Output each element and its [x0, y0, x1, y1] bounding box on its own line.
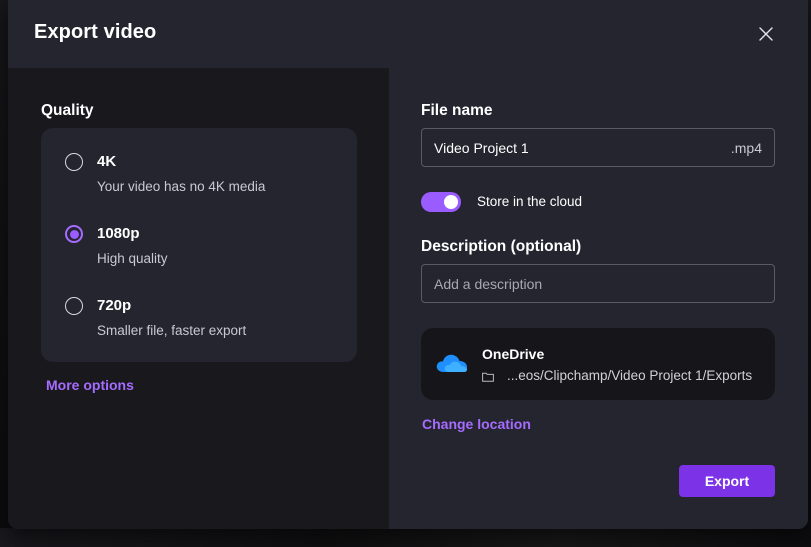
close-icon: [759, 27, 773, 41]
description-placeholder: Add a description: [434, 276, 543, 292]
quality-option-subtitle: High quality: [97, 251, 168, 266]
quality-options-card: 4K Your video has no 4K media 1080p High…: [41, 128, 357, 362]
onedrive-cloud-icon: [436, 354, 467, 372]
store-in-cloud-label: Store in the cloud: [477, 194, 583, 209]
backdrop-bottom-strip: [0, 528, 811, 547]
file-name-value: Video Project 1: [434, 140, 529, 156]
toggle-knob: [444, 195, 458, 209]
quality-option-title: 720p: [97, 297, 132, 314]
save-location-card: OneDrive ...eos/Clipchamp/Video Project …: [421, 328, 775, 400]
quality-option-720p[interactable]: 720p Smaller file, faster export: [41, 297, 357, 357]
quality-option-4k[interactable]: 4K Your video has no 4K media: [41, 153, 357, 213]
file-name-label: File name: [421, 102, 493, 119]
quality-panel: Quality 4K Your video has no 4K media 10…: [8, 68, 389, 529]
export-button[interactable]: Export: [679, 465, 775, 497]
file-settings-panel: File name Video Project 1 .mp4 Store in …: [389, 68, 808, 529]
export-dialog: Export video Quality 4K Your video has n…: [8, 0, 808, 529]
folder-icon: [482, 372, 494, 382]
quality-option-subtitle: Your video has no 4K media: [97, 179, 266, 194]
quality-option-title: 1080p: [97, 225, 140, 242]
close-button[interactable]: [754, 22, 778, 46]
radio-1080p[interactable]: [65, 225, 83, 243]
quality-label: Quality: [41, 102, 94, 119]
dialog-title: Export video: [34, 21, 157, 43]
quality-option-subtitle: Smaller file, faster export: [97, 323, 247, 338]
radio-4k[interactable]: [65, 153, 83, 171]
location-service-name: OneDrive: [482, 346, 545, 362]
change-location-link[interactable]: Change location: [422, 416, 531, 432]
quality-option-1080p[interactable]: 1080p High quality: [41, 225, 357, 285]
file-extension: .mp4: [730, 140, 762, 156]
more-options-link[interactable]: More options: [46, 377, 134, 393]
description-label: Description (optional): [421, 238, 582, 255]
dialog-header: Export video: [8, 0, 808, 68]
location-path: ...eos/Clipchamp/Video Project 1/Exports: [507, 368, 753, 383]
file-name-input[interactable]: Video Project 1 .mp4: [421, 128, 775, 167]
quality-option-title: 4K: [97, 153, 117, 170]
description-input[interactable]: Add a description: [421, 264, 775, 303]
store-in-cloud-toggle[interactable]: [421, 192, 461, 212]
radio-720p[interactable]: [65, 297, 83, 315]
